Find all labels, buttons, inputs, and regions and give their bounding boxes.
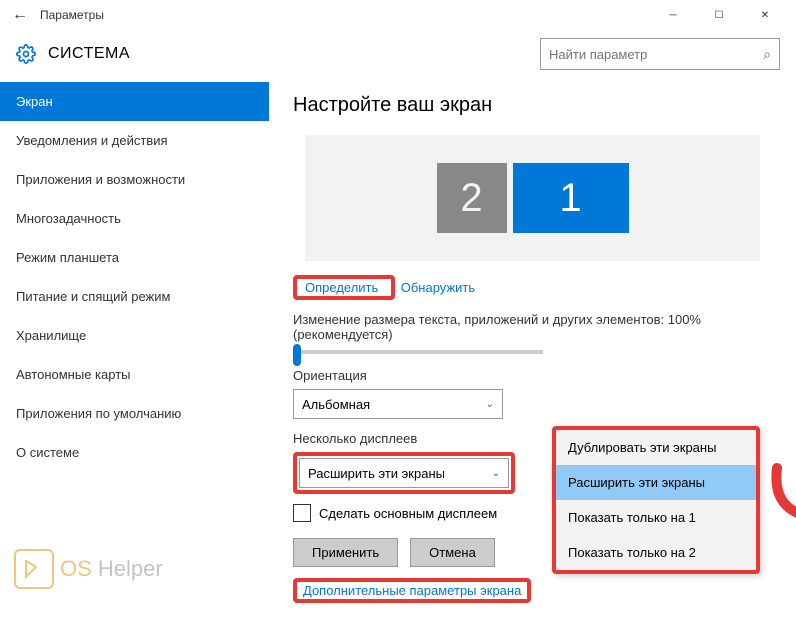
sidebar-item-about[interactable]: О системе: [0, 433, 269, 472]
advanced-link-wrap: Дополнительные параметры экрана: [293, 581, 772, 600]
identify-button[interactable]: Определить: [299, 277, 384, 298]
identify-detect-row: Определить Обнаружить: [293, 277, 772, 298]
search-box[interactable]: ⌕: [540, 38, 780, 70]
search-input[interactable]: [549, 47, 763, 62]
annotation-arrow: [767, 458, 796, 538]
watermark-text: OS Helper: [60, 556, 163, 582]
titlebar: ← Параметры ─ ☐ ✕: [0, 0, 796, 30]
sidebar-item-display[interactable]: Экран: [0, 82, 269, 121]
close-button[interactable]: ✕: [742, 0, 788, 30]
watermark-os: OS: [60, 556, 92, 581]
sidebar-item-apps[interactable]: Приложения и возможности: [0, 160, 269, 199]
window-controls: ─ ☐ ✕: [650, 0, 788, 30]
scale-group: Изменение размера текста, приложений и д…: [293, 312, 772, 354]
multi-display-select[interactable]: Расширить эти экраны ⌄: [299, 458, 509, 488]
make-main-checkbox[interactable]: [293, 504, 311, 522]
watermark-helper: Helper: [92, 556, 163, 581]
search-icon: ⌕: [763, 46, 771, 63]
sidebar-item-notifications[interactable]: Уведомления и действия: [0, 121, 269, 160]
sidebar-item-default-apps[interactable]: Приложения по умолчанию: [0, 394, 269, 433]
display-monitor-2[interactable]: 2: [437, 163, 507, 233]
display-monitor-1[interactable]: 1: [513, 163, 629, 233]
sidebar: Экран Уведомления и действия Приложения …: [0, 78, 269, 621]
multi-display-value: Расширить эти экраны: [308, 466, 445, 481]
highlight-identify: Определить: [293, 275, 395, 300]
display-arrangement[interactable]: 2 1: [305, 135, 760, 261]
dropdown-item-extend[interactable]: Расширить эти экраны: [556, 465, 756, 500]
sidebar-item-power[interactable]: Питание и спящий режим: [0, 277, 269, 316]
sidebar-item-storage[interactable]: Хранилище: [0, 316, 269, 355]
chevron-down-icon: ⌄: [492, 468, 500, 479]
dropdown-item-only2[interactable]: Показать только на 2: [556, 535, 756, 570]
make-main-label: Сделать основным дисплеем: [319, 506, 497, 521]
header: СИСТЕМА ⌕: [0, 30, 796, 78]
window-title: Параметры: [40, 8, 650, 22]
scale-label: Изменение размера текста, приложений и д…: [293, 312, 772, 342]
highlight-multi-display: Расширить эти экраны ⌄: [293, 452, 515, 494]
dropdown-item-only1[interactable]: Показать только на 1: [556, 500, 756, 535]
page-title: Настройте ваш экран: [293, 94, 772, 117]
highlight-advanced: Дополнительные параметры экрана: [293, 578, 531, 603]
gear-icon: [16, 44, 36, 64]
main-panel: Настройте ваш экран 2 1 Определить Обнар…: [269, 78, 796, 621]
content: Экран Уведомления и действия Приложения …: [0, 78, 796, 621]
maximize-button[interactable]: ☐: [696, 0, 742, 30]
slider-thumb[interactable]: [293, 344, 301, 366]
advanced-display-link[interactable]: Дополнительные параметры экрана: [299, 581, 525, 600]
back-button[interactable]: ←: [8, 0, 32, 30]
sidebar-item-offline-maps[interactable]: Автономные карты: [0, 355, 269, 394]
detect-button[interactable]: Обнаружить: [395, 277, 481, 298]
scale-slider[interactable]: [293, 350, 543, 354]
multi-display-dropdown: Дублировать эти экраны Расширить эти экр…: [552, 426, 760, 574]
apply-button[interactable]: Применить: [293, 538, 398, 567]
watermark-icon: [14, 549, 54, 589]
watermark: OS Helper: [14, 549, 163, 589]
dropdown-item-duplicate[interactable]: Дублировать эти экраны: [556, 430, 756, 465]
orientation-value: Альбомная: [302, 397, 370, 412]
orientation-label: Ориентация: [293, 368, 772, 383]
cancel-button[interactable]: Отмена: [410, 538, 495, 567]
minimize-button[interactable]: ─: [650, 0, 696, 30]
orientation-select[interactable]: Альбомная ⌄: [293, 389, 503, 419]
sidebar-item-tablet[interactable]: Режим планшета: [0, 238, 269, 277]
header-title: СИСТЕМА: [48, 45, 540, 63]
sidebar-item-multitasking[interactable]: Многозадачность: [0, 199, 269, 238]
chevron-down-icon: ⌄: [486, 399, 494, 410]
